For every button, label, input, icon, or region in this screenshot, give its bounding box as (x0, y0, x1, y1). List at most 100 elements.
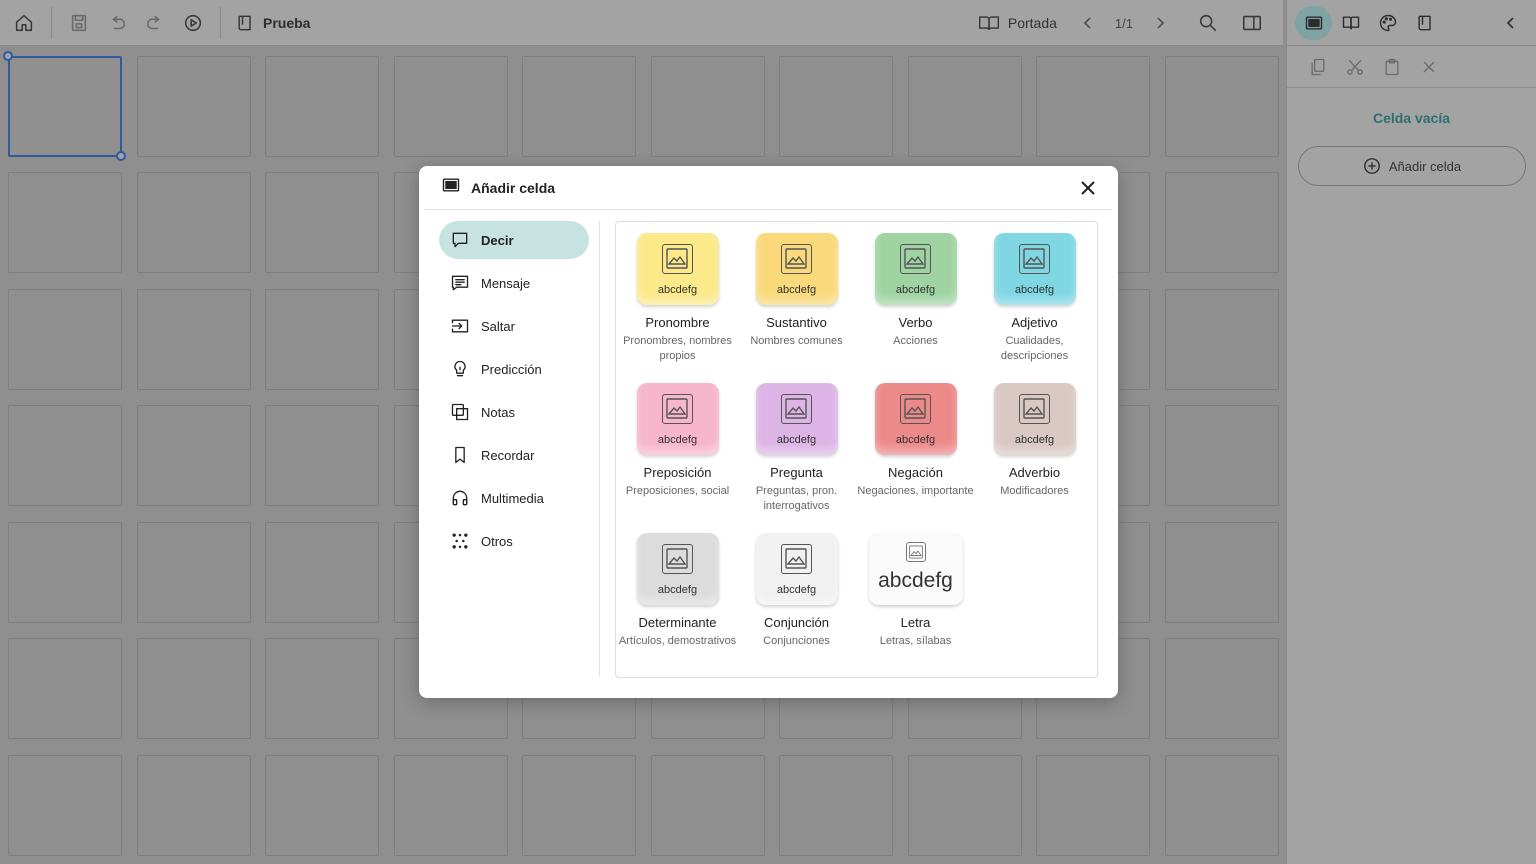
grid-cell[interactable] (8, 522, 122, 623)
grid-cell[interactable] (137, 638, 251, 739)
grid-cell[interactable] (1165, 638, 1279, 739)
card-sample-text: abcdefg (895, 434, 936, 446)
image-placeholder-icon (661, 544, 693, 574)
top-toolbar: Prueba Portada 1/1 (0, 0, 1283, 46)
grid-cell[interactable] (394, 755, 508, 856)
collapse-panel-button[interactable] (1502, 14, 1520, 32)
grid-cell[interactable] (522, 56, 636, 157)
resize-handle[interactable] (3, 51, 13, 61)
previous-page-icon[interactable] (1081, 16, 1095, 30)
portada-button[interactable]: Portada (978, 13, 1057, 33)
save-button[interactable] (60, 4, 98, 42)
add-cell-dialog: Añadir celda Decir Mensaje Saltar Predic… (419, 166, 1118, 698)
paste-button[interactable] (1373, 52, 1410, 82)
card-sample-text: abcdefg (657, 284, 698, 296)
cell-type-card-negación[interactable]: abcdefg Negación Negaciones, importante (856, 383, 975, 499)
grid-cell[interactable] (1165, 56, 1279, 157)
nav-item-notas[interactable]: Notas (439, 393, 589, 431)
cell-type-card-preposición[interactable]: abcdefg Preposición Preposiciones, social (618, 383, 737, 499)
grid-cell[interactable] (908, 56, 1022, 157)
grid-cell[interactable] (651, 755, 765, 856)
nav-item-otros[interactable]: Otros (439, 522, 589, 560)
add-cell-button[interactable]: Añadir celda (1298, 146, 1526, 186)
grid-cell[interactable] (1165, 405, 1279, 506)
nav-item-decir[interactable]: Decir (439, 221, 589, 259)
grid-cell[interactable] (8, 289, 122, 390)
copy-button[interactable] (1299, 52, 1336, 82)
grid-cell[interactable] (137, 522, 251, 623)
grid-cell[interactable] (1165, 755, 1279, 856)
grid-cell[interactable] (779, 56, 893, 157)
next-page-icon[interactable] (1153, 16, 1167, 30)
grid-cell[interactable] (522, 755, 636, 856)
cell-type-card-adjetivo[interactable]: abcdefg Adjetivo Cualidades, descripciones (975, 233, 1094, 364)
home-button[interactable] (5, 4, 43, 42)
undo-button[interactable] (98, 4, 136, 42)
cell-type-card-conjunción[interactable]: abcdefg Conjunción Conjunciones (737, 533, 856, 649)
tab-style[interactable] (1369, 6, 1406, 40)
cell-type-card-pronombre[interactable]: abcdefg Pronombre Pronombres, nombres prop… (618, 233, 737, 364)
grid-cell[interactable] (8, 755, 122, 856)
grid-cell[interactable] (1165, 172, 1279, 273)
card-sample-text: abcdefg (657, 434, 698, 446)
nav-item-recordar[interactable]: Recordar (439, 436, 589, 474)
grid-cell[interactable] (265, 755, 379, 856)
grid-cell[interactable] (265, 638, 379, 739)
cell-type-card-verbo[interactable]: abcdefg Verbo Acciones (856, 233, 975, 349)
cell-actions (1287, 46, 1536, 88)
nav-item-mensaje[interactable]: Mensaje (439, 264, 589, 302)
grid-cell[interactable] (1165, 289, 1279, 390)
grid-cell[interactable] (1165, 522, 1279, 623)
grid-cell[interactable] (265, 56, 379, 157)
search-button[interactable] (1189, 4, 1227, 42)
grid-cell[interactable] (265, 289, 379, 390)
cell-type-card-letra[interactable]: abcdefg Letra Letras, sílabas (856, 533, 975, 649)
cell-type-card-sustantivo[interactable]: abcdefg Sustantivo Nombres comunes (737, 233, 856, 349)
card-title: Pregunta (770, 465, 823, 480)
cell-type-card-adverbio[interactable]: abcdefg Adverbio Modificadores (975, 383, 1094, 499)
grid-cell[interactable] (8, 405, 122, 506)
empty-cell-label: Celda vacía (1372, 110, 1451, 126)
close-dialog-button[interactable] (1078, 178, 1098, 198)
nav-item-multimedia[interactable]: Multimedia (439, 479, 589, 517)
cell-icon (441, 175, 461, 200)
cell-type-card-pregunta[interactable]: abcdefg Pregunta Preguntas, pron. interrog… (737, 383, 856, 514)
grid-cell[interactable] (265, 172, 379, 273)
grid-cell[interactable] (1036, 56, 1150, 157)
redo-button[interactable] (136, 4, 174, 42)
grid-cell[interactable] (651, 56, 765, 157)
grid-cell[interactable] (137, 405, 251, 506)
image-placeholder-icon (780, 244, 812, 274)
card-title: Pronombre (645, 315, 710, 330)
chevron-left-icon (1506, 17, 1514, 29)
tab-page[interactable] (1332, 6, 1369, 40)
play-button[interactable] (174, 4, 212, 42)
grid-cell[interactable] (137, 172, 251, 273)
delete-button[interactable] (1410, 52, 1447, 82)
grid-cell[interactable] (8, 638, 122, 739)
nav-item-saltar[interactable]: Saltar (439, 307, 589, 345)
grid-cell[interactable] (779, 755, 893, 856)
grid-cell[interactable] (908, 755, 1022, 856)
toggle-panel-button[interactable] (1233, 4, 1271, 42)
grid-cell[interactable] (137, 755, 251, 856)
save-icon (71, 14, 87, 31)
page-icon (1342, 15, 1359, 30)
grid-cell[interactable] (265, 522, 379, 623)
tab-cell[interactable] (1295, 5, 1332, 40)
card-sample-text: abcdefg (657, 584, 698, 596)
resize-handle[interactable] (116, 151, 126, 161)
selected-grid-cell[interactable] (8, 56, 122, 157)
grid-cell[interactable] (137, 56, 251, 157)
grid-cell[interactable] (137, 289, 251, 390)
nav-item-prediccion[interactable]: Predicción (439, 350, 589, 388)
grid-cell[interactable] (265, 405, 379, 506)
grid-cell[interactable] (394, 56, 508, 157)
cut-button[interactable] (1336, 52, 1373, 82)
cell-type-card-determinante[interactable]: abcdefg Determinante Artículos, demostrati… (618, 533, 737, 649)
card-sample-text: abcdefg (895, 284, 936, 296)
grid-cell[interactable] (8, 172, 122, 273)
book-selector[interactable]: Prueba (235, 13, 310, 33)
grid-cell[interactable] (1036, 755, 1150, 856)
tab-book[interactable] (1406, 6, 1443, 40)
